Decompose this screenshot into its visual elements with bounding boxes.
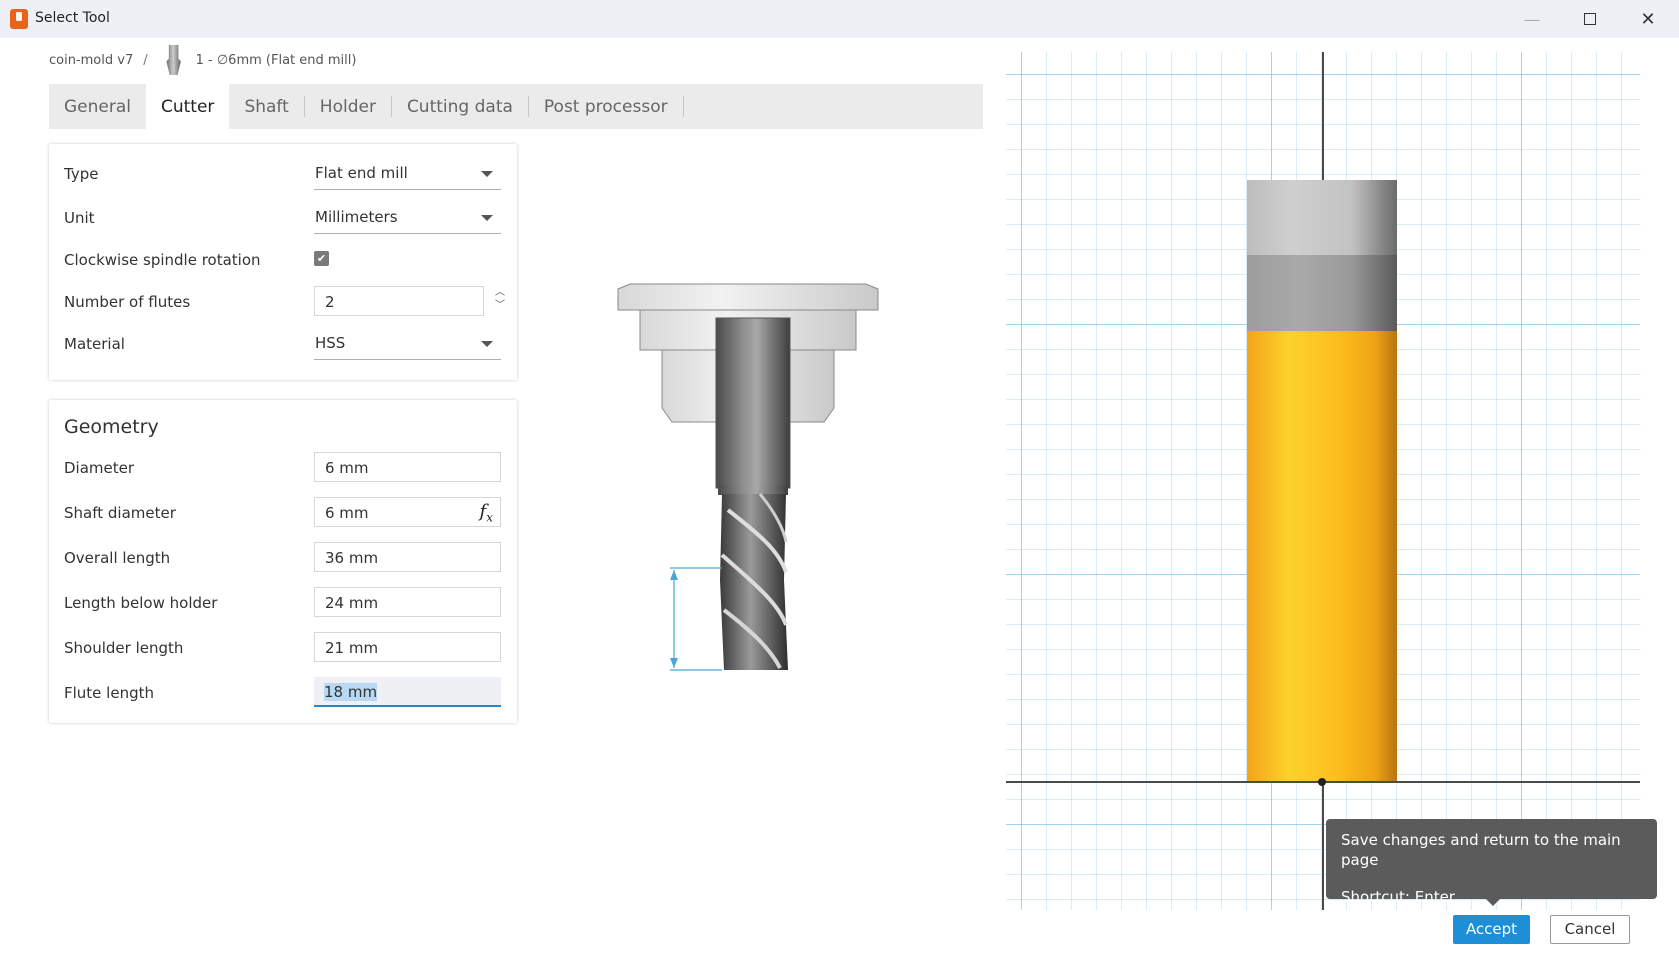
clockwise-checkbox[interactable]: ✔: [314, 251, 329, 266]
accept-tooltip: Save changes and return to the main page…: [1326, 819, 1657, 906]
tab-holder[interactable]: Holder: [305, 84, 391, 129]
tab-divider: [682, 96, 684, 117]
diameter-label: Diameter: [64, 459, 135, 477]
chevron-down-icon: [481, 341, 493, 347]
flutes-row: Number of flutes 2 ︿ ﹀: [64, 284, 505, 320]
tab-shaft[interactable]: Shaft: [229, 84, 303, 129]
shoulder-length-input[interactable]: 21 mm: [314, 632, 501, 662]
breadcrumb-document[interactable]: coin-mold v7: [49, 53, 133, 68]
unit-row: Unit Millimeters: [64, 200, 502, 236]
chevron-up-icon[interactable]: ︿: [492, 286, 508, 299]
tab-cutter[interactable]: Cutter: [146, 84, 230, 129]
material-value: HSS: [315, 334, 346, 352]
flute-length-dimension: [670, 567, 722, 671]
breadcrumb-separator: /: [143, 52, 148, 68]
tooltip-shortcut: Shortcut: Enter: [1341, 888, 1455, 906]
chevron-down-icon[interactable]: ﹀: [492, 299, 508, 312]
tool-preview-illustration: [617, 283, 879, 671]
length-below-holder-label: Length below holder: [64, 594, 218, 612]
breadcrumb-tool: 1 - ∅6mm (Flat end mill): [195, 52, 357, 68]
length-below-holder-input[interactable]: 24 mm: [314, 587, 501, 617]
cutter-body: [1247, 331, 1397, 781]
overall-length-label: Overall length: [64, 549, 171, 567]
diameter-input[interactable]: 6 mm: [314, 452, 501, 482]
minimize-button[interactable]: —: [1503, 0, 1561, 38]
geometry-title: Geometry: [64, 416, 159, 438]
accept-button[interactable]: Accept: [1453, 915, 1530, 944]
clockwise-label: Clockwise spindle rotation: [64, 251, 261, 269]
type-row: Type Flat end mill: [64, 156, 502, 192]
material-row: Material HSS: [64, 326, 502, 362]
flutes-input[interactable]: 2: [314, 286, 484, 316]
shaft-diameter-row: Shaft diameter 6 mm fx: [64, 495, 502, 531]
length-below-holder-row: Length below holder 24 mm: [64, 585, 502, 621]
shoulder-length-label: Shoulder length: [64, 639, 184, 657]
chevron-down-icon: [481, 171, 493, 177]
type-value: Flat end mill: [315, 164, 408, 182]
tab-bar: General Cutter Shaft Holder Cutting data…: [49, 84, 983, 129]
shaft-diameter-label: Shaft diameter: [64, 504, 176, 522]
cutter-settings-card: Type Flat end mill Unit Millimeters Cloc…: [49, 144, 517, 380]
flute-length-label: Flute length: [64, 684, 154, 702]
formula-icon[interactable]: fx: [480, 501, 493, 525]
origin-point: [1318, 778, 1326, 786]
cancel-button[interactable]: Cancel: [1550, 915, 1630, 944]
geometry-card: Geometry Diameter 6 mm Shaft diameter 6 …: [49, 400, 517, 723]
holder-section-upper: [1247, 180, 1397, 255]
window-title: Select Tool: [35, 10, 110, 26]
tool-shank-shape: [715, 317, 791, 495]
tab-cutting-data[interactable]: Cutting data: [392, 84, 528, 129]
checkmark-icon: ✔: [316, 252, 327, 265]
shaft-diameter-input[interactable]: 6 mm fx: [314, 497, 501, 527]
diameter-row: Diameter 6 mm: [64, 450, 502, 486]
maximize-button[interactable]: [1561, 0, 1619, 38]
breadcrumb: coin-mold v7 / 1 - ∅6mm (Flat end mill): [49, 45, 357, 75]
type-label: Type: [64, 165, 99, 183]
material-dropdown[interactable]: HSS: [314, 326, 501, 360]
tool-flute-shape: [720, 493, 788, 670]
tab-general[interactable]: General: [49, 84, 146, 129]
overall-length-input[interactable]: 36 mm: [314, 542, 501, 572]
flutes-label: Number of flutes: [64, 293, 191, 311]
fusion-app-icon: [10, 9, 28, 29]
shoulder-length-row: Shoulder length 21 mm: [64, 630, 502, 666]
end-mill-thumbnail-icon: [166, 45, 181, 75]
unit-label: Unit: [64, 209, 95, 227]
shaft-diameter-value: 6 mm: [325, 504, 369, 522]
flute-length-input[interactable]: 18 mm: [314, 677, 501, 707]
holder-section-lower: [1247, 255, 1397, 331]
tooltip-description: Save changes and return to the main page: [1341, 831, 1621, 869]
tab-post-processor[interactable]: Post processor: [529, 84, 683, 129]
flute-length-row: Flute length 18 mm: [64, 675, 502, 711]
close-button[interactable]: ✕: [1619, 0, 1677, 38]
close-icon: ✕: [1640, 8, 1656, 30]
flute-length-value: 18 mm: [324, 683, 378, 701]
maximize-icon: [1584, 13, 1596, 25]
type-dropdown[interactable]: Flat end mill: [314, 156, 501, 190]
chevron-down-icon: [481, 215, 493, 221]
unit-dropdown[interactable]: Millimeters: [314, 200, 501, 234]
flutes-stepper[interactable]: ︿ ﹀: [492, 286, 508, 316]
unit-value: Millimeters: [315, 208, 398, 226]
overall-length-row: Overall length 36 mm: [64, 540, 502, 576]
title-bar: Select Tool — ✕: [0, 0, 1679, 38]
material-label: Material: [64, 335, 125, 353]
clockwise-row: Clockwise spindle rotation ✔: [64, 242, 502, 278]
